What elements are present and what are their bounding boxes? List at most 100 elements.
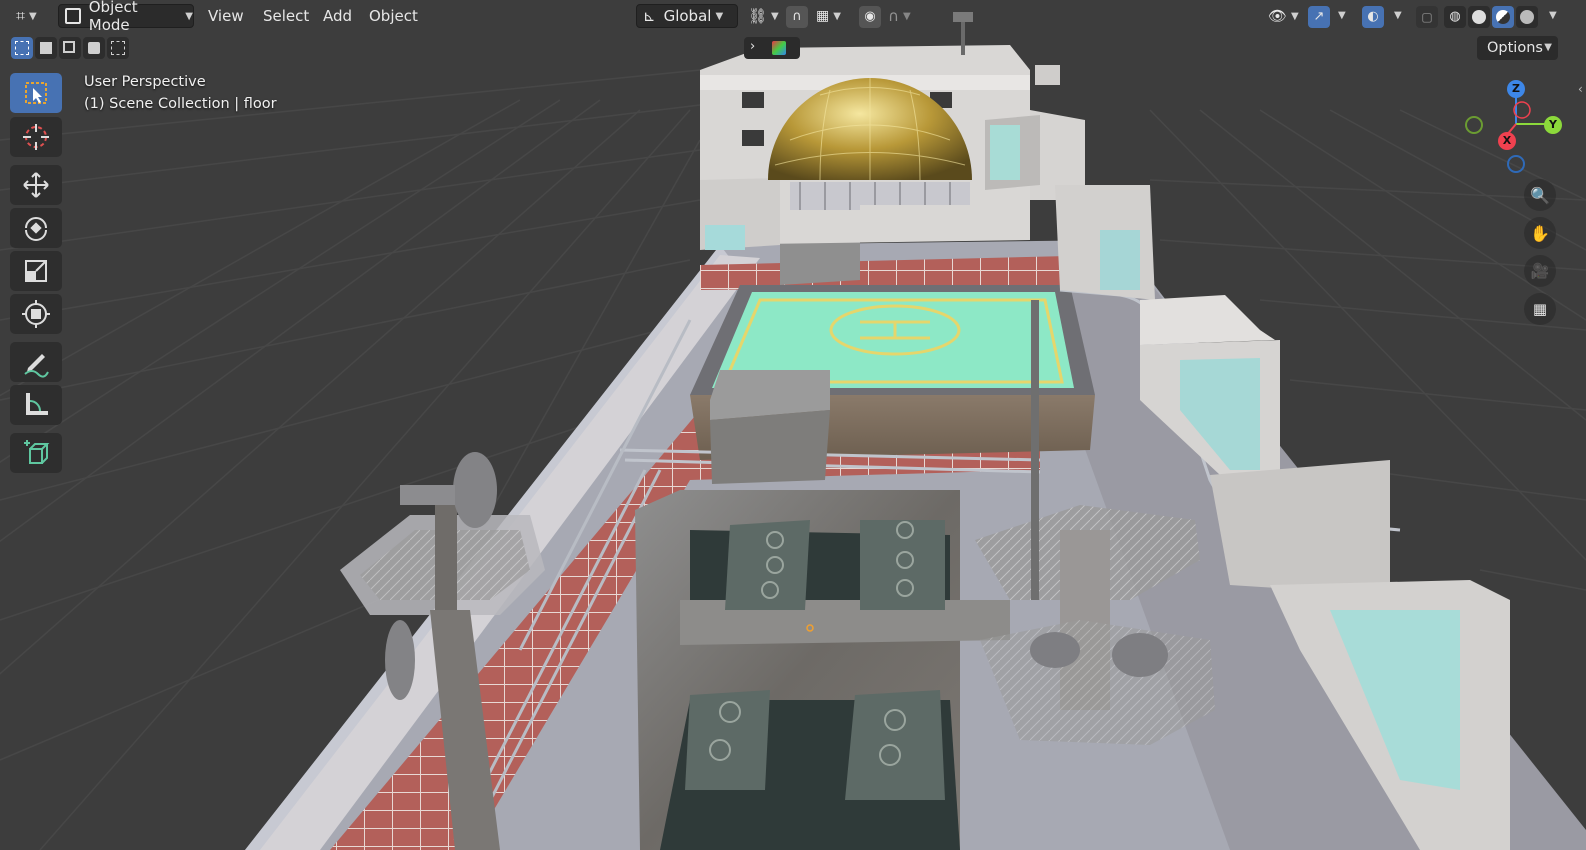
select-box-tool[interactable] xyxy=(10,73,62,113)
select-invert-icon xyxy=(88,42,100,54)
options-label: Options xyxy=(1487,40,1543,56)
gizmo-x-axis[interactable]: X xyxy=(1498,132,1516,150)
pencil-icon xyxy=(24,354,49,378)
select-subtract-icon xyxy=(63,41,75,53)
add-cube-icon xyxy=(24,440,50,464)
xray-toggle[interactable]: ▢ xyxy=(1416,6,1438,28)
select-mode-invert-button[interactable] xyxy=(83,37,105,59)
scale-tool[interactable] xyxy=(10,251,62,291)
material-sphere-icon xyxy=(1496,10,1510,24)
transform-tool[interactable] xyxy=(10,294,62,334)
chevron-down-icon: ▼ xyxy=(833,10,841,22)
asset-shelf-toggle[interactable]: › xyxy=(744,37,800,59)
chevron-down-icon: ▼ xyxy=(185,10,193,22)
mode-dropdown[interactable]: Object Mode ▼ xyxy=(58,0,194,34)
wireframe-sphere-icon: ◍ xyxy=(1449,9,1461,24)
overlays-chevron-down-icon[interactable]: ▼ xyxy=(1394,10,1402,21)
menu-view[interactable]: View xyxy=(204,4,248,28)
3d-viewport[interactable] xyxy=(0,0,1586,850)
eye-icon: 👁 xyxy=(1268,7,1288,25)
chevron-down-icon: ▼ xyxy=(29,10,37,22)
gizmo-z-axis[interactable]: Z xyxy=(1507,80,1525,98)
proportional-edit-toggle[interactable]: ◉ xyxy=(859,6,881,28)
viewport-header: ⌗ ▼ Object Mode ▼ View Select Add Object… xyxy=(0,0,1586,34)
overlays-icon: ◐ xyxy=(1367,9,1379,24)
camera-view-button[interactable]: 🎥 xyxy=(1524,255,1556,287)
solid-sphere-icon xyxy=(1472,10,1486,24)
material-shading-button[interactable] xyxy=(1492,6,1514,28)
rotate-icon xyxy=(25,217,47,241)
menu-object[interactable]: Object xyxy=(365,4,422,28)
ruler-icon xyxy=(26,393,48,415)
chevron-right-icon: › xyxy=(750,39,756,54)
proportional-edit-icon: ◉ xyxy=(864,9,876,24)
wireframe-shading-button[interactable]: ◍ xyxy=(1444,6,1466,28)
chevron-down-icon: ▼ xyxy=(902,10,911,22)
falloff-dropdown[interactable]: ∩ ▼ xyxy=(884,4,918,28)
gizmo-y-axis[interactable]: Y xyxy=(1544,116,1562,134)
select-mode-subtract-button[interactable] xyxy=(59,37,81,59)
mode-label: Object Mode xyxy=(88,0,138,34)
chevron-down-icon: ▼ xyxy=(1291,10,1299,22)
gizmo-chevron-down-icon[interactable]: ▼ xyxy=(1338,10,1346,21)
falloff-curve-icon: ∩ xyxy=(888,7,899,25)
object-mode-icon xyxy=(65,8,81,24)
collection-info: (1) Scene Collection | floor xyxy=(84,96,277,112)
hand-icon: ✋ xyxy=(1530,223,1550,243)
transform-orientation-dropdown[interactable]: ⊾ Global ▼ xyxy=(636,4,738,28)
editor-type-icon: ⌗ xyxy=(16,6,26,25)
select-intersect-icon xyxy=(111,41,125,55)
zoom-icon: 🔍 xyxy=(1530,185,1550,205)
visibility-dropdown[interactable]: 👁 ▼ xyxy=(1264,4,1300,28)
orientation-label: Global xyxy=(663,7,712,25)
zoom-button[interactable]: 🔍 xyxy=(1524,179,1556,211)
perspective-toggle-button[interactable]: ▦ xyxy=(1524,293,1556,325)
gizmo-icon: ↗ xyxy=(1313,9,1325,24)
shading-chevron-down-icon[interactable]: ▼ xyxy=(1549,10,1557,21)
scale-icon xyxy=(25,260,47,282)
cursor-3d-icon xyxy=(23,124,49,150)
select-new-icon xyxy=(15,41,29,55)
overlays-toggle[interactable]: ◐ xyxy=(1362,6,1384,28)
options-dropdown[interactable]: Options ▼ xyxy=(1477,36,1558,60)
link-icon: ⛓ xyxy=(748,7,768,25)
select-box-icon xyxy=(25,82,47,104)
sidebar-toggle-arrow-icon[interactable]: ‹ xyxy=(1578,82,1583,96)
orientation-axes-icon: ⊾ xyxy=(643,7,656,25)
rotate-tool[interactable] xyxy=(10,208,62,248)
chevron-down-icon: ▼ xyxy=(715,10,724,22)
snap-grid-icon: ▦ xyxy=(816,8,830,24)
menu-add[interactable]: Add xyxy=(319,4,356,28)
pivot-point-dropdown[interactable]: ⛓ ▼ xyxy=(744,4,780,28)
add-cube-tool[interactable] xyxy=(10,433,62,473)
menu-select[interactable]: Select xyxy=(259,4,313,28)
xray-icon: ▢ xyxy=(1421,10,1433,24)
view-name: User Perspective xyxy=(84,74,206,90)
chevron-down-icon: ▼ xyxy=(1544,42,1552,53)
solid-shading-button[interactable] xyxy=(1468,6,1490,28)
grid-perspective-icon: ▦ xyxy=(1532,300,1548,318)
transform-icon xyxy=(22,300,50,328)
snap-target-dropdown[interactable]: ▦ ▼ xyxy=(812,4,848,28)
select-mode-new-button[interactable] xyxy=(11,37,33,59)
move-arrows-icon xyxy=(23,172,49,198)
camera-icon: 🎥 xyxy=(1530,262,1550,280)
select-mode-extend-button[interactable] xyxy=(35,37,57,59)
color-cube-icon xyxy=(772,41,786,55)
gizmo-toggle[interactable]: ↗ xyxy=(1308,6,1330,28)
chevron-down-icon: ▼ xyxy=(771,10,779,22)
select-extend-icon xyxy=(40,42,52,54)
gizmo-neg-z-axis[interactable] xyxy=(1507,155,1525,173)
snap-toggle[interactable]: ∩ xyxy=(786,6,808,28)
measure-tool[interactable] xyxy=(10,385,62,425)
rendered-shading-button[interactable] xyxy=(1516,6,1538,28)
rendered-sphere-icon xyxy=(1520,10,1534,24)
select-mode-intersect-button[interactable] xyxy=(107,37,129,59)
move-tool[interactable] xyxy=(10,165,62,205)
gizmo-neg-y-axis[interactable] xyxy=(1465,116,1483,134)
cursor-tool[interactable] xyxy=(10,117,62,157)
pan-button[interactable]: ✋ xyxy=(1524,217,1556,249)
annotate-tool[interactable] xyxy=(10,342,62,382)
editor-type-button[interactable]: ⌗ ▼ xyxy=(10,4,50,28)
magnet-icon: ∩ xyxy=(792,9,802,24)
